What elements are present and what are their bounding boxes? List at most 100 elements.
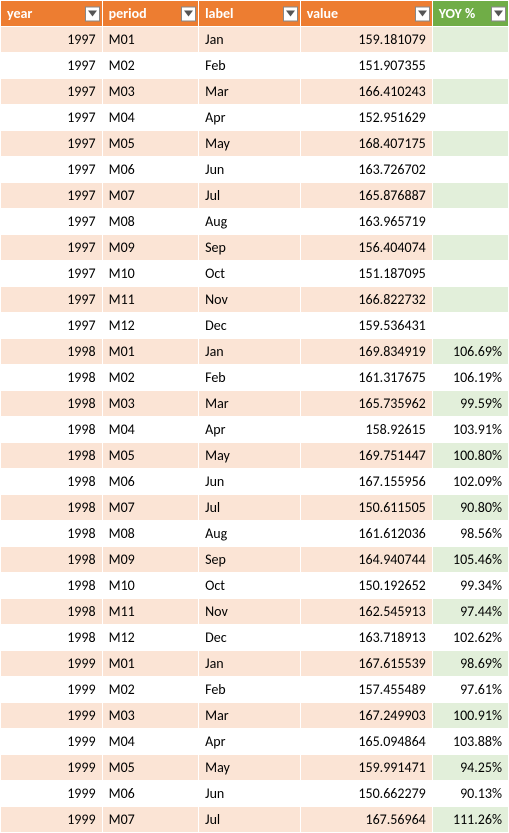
cell-yoy[interactable]: 103.91% [432,417,508,443]
cell-label[interactable]: Apr [199,729,301,755]
cell-value[interactable]: 166.410243 [300,79,432,105]
cell-year[interactable]: 1998 [1,573,103,599]
cell-yoy[interactable]: 100.80% [432,443,508,469]
cell-value[interactable]: 158.92615 [300,417,432,443]
cell-period[interactable]: M03 [102,703,199,729]
cell-label[interactable]: Mar [199,391,301,417]
cell-label[interactable]: Apr [199,105,301,131]
cell-period[interactable]: M01 [102,339,199,365]
cell-period[interactable]: M09 [102,547,199,573]
cell-value[interactable]: 164.940744 [300,547,432,573]
cell-year[interactable]: 1999 [1,729,103,755]
filter-button-period[interactable] [181,6,196,21]
filter-button-value[interactable] [415,6,430,21]
cell-yoy[interactable]: 102.09% [432,469,508,495]
cell-year[interactable]: 1997 [1,261,103,287]
cell-year[interactable]: 1999 [1,703,103,729]
cell-period[interactable]: M06 [102,157,199,183]
cell-yoy[interactable]: 106.19% [432,365,508,391]
cell-year[interactable]: 1999 [1,677,103,703]
cell-label[interactable]: Sep [199,547,301,573]
cell-yoy[interactable]: 97.44% [432,599,508,625]
cell-value[interactable]: 161.317675 [300,365,432,391]
cell-label[interactable]: Mar [199,79,301,105]
cell-year[interactable]: 1997 [1,157,103,183]
cell-year[interactable]: 1997 [1,131,103,157]
cell-value[interactable]: 163.726702 [300,157,432,183]
cell-period[interactable]: M09 [102,235,199,261]
header-label[interactable]: label [199,1,301,27]
filter-button-year[interactable] [85,6,100,21]
cell-year[interactable]: 1999 [1,807,103,833]
cell-value[interactable]: 151.187095 [300,261,432,287]
cell-yoy[interactable] [432,157,508,183]
cell-label[interactable]: Oct [199,261,301,287]
cell-yoy[interactable] [432,53,508,79]
cell-period[interactable]: M10 [102,261,199,287]
cell-period[interactable]: M03 [102,391,199,417]
cell-year[interactable]: 1998 [1,417,103,443]
cell-yoy[interactable]: 99.34% [432,573,508,599]
cell-label[interactable]: Jul [199,807,301,833]
cell-value[interactable]: 163.965719 [300,209,432,235]
cell-value[interactable]: 169.834919 [300,339,432,365]
cell-value[interactable]: 165.735962 [300,391,432,417]
cell-value[interactable]: 167.615539 [300,651,432,677]
cell-value[interactable]: 169.751447 [300,443,432,469]
cell-label[interactable]: Jun [199,157,301,183]
cell-yoy[interactable]: 102.62% [432,625,508,651]
cell-year[interactable]: 1997 [1,79,103,105]
cell-yoy[interactable]: 97.61% [432,677,508,703]
header-value[interactable]: value [300,1,432,27]
cell-yoy[interactable] [432,209,508,235]
cell-year[interactable]: 1997 [1,27,103,53]
cell-value[interactable]: 162.545913 [300,599,432,625]
cell-yoy[interactable] [432,183,508,209]
cell-yoy[interactable] [432,313,508,339]
cell-year[interactable]: 1998 [1,365,103,391]
cell-year[interactable]: 1998 [1,339,103,365]
cell-label[interactable]: Nov [199,287,301,313]
cell-yoy[interactable] [432,261,508,287]
cell-year[interactable]: 1997 [1,183,103,209]
cell-yoy[interactable]: 98.69% [432,651,508,677]
cell-label[interactable]: Oct [199,573,301,599]
cell-period[interactable]: M01 [102,27,199,53]
cell-period[interactable]: M03 [102,79,199,105]
cell-year[interactable]: 1998 [1,521,103,547]
cell-yoy[interactable]: 100.91% [432,703,508,729]
cell-period[interactable]: M07 [102,183,199,209]
cell-yoy[interactable] [432,235,508,261]
cell-yoy[interactable]: 103.88% [432,729,508,755]
cell-label[interactable]: Feb [199,677,301,703]
cell-year[interactable]: 1998 [1,391,103,417]
cell-value[interactable]: 150.662279 [300,781,432,807]
cell-period[interactable]: M04 [102,105,199,131]
cell-value[interactable]: 165.094864 [300,729,432,755]
cell-label[interactable]: Aug [199,209,301,235]
cell-value[interactable]: 159.536431 [300,313,432,339]
cell-year[interactable]: 1998 [1,495,103,521]
cell-value[interactable]: 167.249903 [300,703,432,729]
cell-label[interactable]: Dec [199,313,301,339]
cell-label[interactable]: May [199,131,301,157]
cell-yoy[interactable]: 106.69% [432,339,508,365]
cell-label[interactable]: Sep [199,235,301,261]
cell-label[interactable]: Jun [199,469,301,495]
cell-period[interactable]: M02 [102,365,199,391]
cell-year[interactable]: 1999 [1,651,103,677]
cell-label[interactable]: Dec [199,625,301,651]
cell-value[interactable]: 166.822732 [300,287,432,313]
cell-label[interactable]: Jun [199,781,301,807]
cell-yoy[interactable]: 90.13% [432,781,508,807]
cell-value[interactable]: 152.951629 [300,105,432,131]
cell-value[interactable]: 150.611505 [300,495,432,521]
cell-value[interactable]: 163.718913 [300,625,432,651]
cell-yoy[interactable]: 90.80% [432,495,508,521]
cell-year[interactable]: 1997 [1,313,103,339]
cell-label[interactable]: Nov [199,599,301,625]
cell-period[interactable]: M12 [102,313,199,339]
cell-label[interactable]: Feb [199,365,301,391]
filter-button-label[interactable] [283,6,298,21]
cell-period[interactable]: M02 [102,53,199,79]
